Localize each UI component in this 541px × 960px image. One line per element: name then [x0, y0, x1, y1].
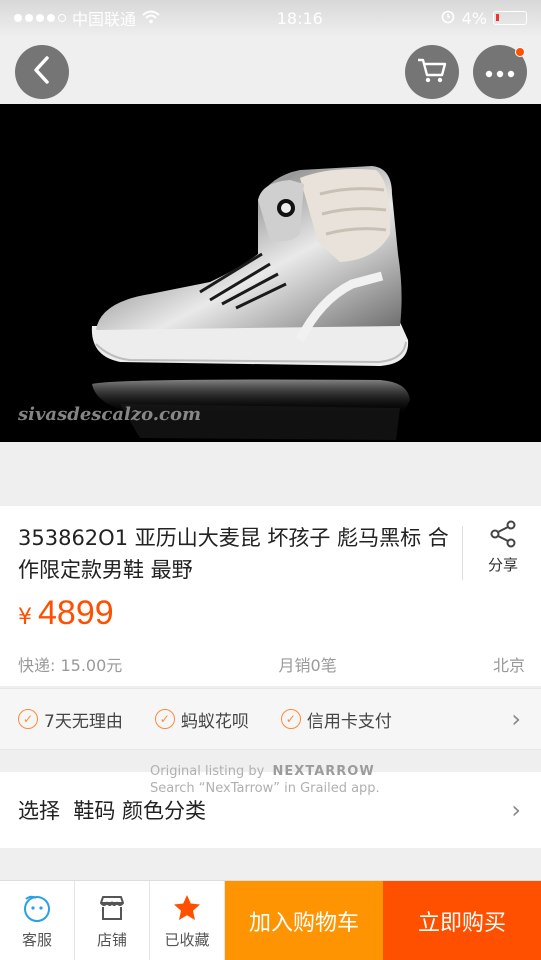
back-button[interactable] [15, 45, 69, 99]
more-button[interactable] [473, 45, 527, 99]
service-item-huabei: ✓ 蚂蚁花呗 [154, 707, 249, 732]
price-currency: ¥ [18, 605, 32, 630]
chevron-right-icon: › [511, 796, 521, 824]
notification-dot [515, 47, 525, 57]
tab-customer-service[interactable]: 客服 [0, 881, 75, 960]
chevron-left-icon [31, 55, 53, 89]
signal-icon [14, 14, 66, 22]
check-circle-icon: ✓ [280, 709, 301, 729]
check-circle-icon: ✓ [154, 709, 175, 729]
share-icon [490, 520, 516, 548]
image-gap [0, 442, 541, 506]
promo-line1: Original listing by [150, 764, 265, 779]
product-info-card: 353862O1 亚历山大麦昆 坏孩子 彪马黑标 合作限定款男鞋 最野 分享 ¥… [0, 506, 541, 686]
battery-percent: 4% [461, 8, 487, 28]
shop-icon [100, 895, 124, 920]
service-label: 7天无理由 [44, 711, 123, 732]
product-image[interactable]: sivasdescalzo.com [0, 104, 541, 442]
alarm-icon [440, 8, 456, 28]
share-label: 分享 [487, 556, 518, 574]
sneaker-illustration [91, 166, 410, 440]
bottom-spacer [0, 848, 541, 880]
service-label: 信用卡支付 [306, 711, 392, 732]
promo-line2: Search “NexTarrow” in Grailed app. [150, 781, 380, 796]
product-title: 353862O1 亚历山大麦昆 坏孩子 彪马黑标 合作限定款男鞋 最野 [18, 526, 449, 582]
tab-label: 店铺 [96, 930, 127, 949]
chevron-right-icon: › [511, 705, 521, 733]
tab-shop[interactable]: 店铺 [75, 881, 150, 960]
share-divider [462, 526, 463, 580]
select-options-label: 选择 鞋码 颜色分类 [18, 799, 207, 823]
tab-label: 客服 [21, 930, 52, 949]
bottom-action-bar: 客服 店铺 已收藏 加入购物车 立即购买 [0, 880, 541, 960]
battery-icon [492, 11, 527, 25]
wifi-icon [142, 9, 160, 28]
tab-favorite[interactable]: 已收藏 [150, 881, 225, 960]
check-circle-icon: ✓ [18, 709, 38, 729]
promo-brand: NEXTARROW [272, 764, 375, 779]
cart-icon [416, 56, 448, 88]
service-label: 蚂蚁花呗 [180, 711, 249, 732]
status-bar: 中国联通 18:16 4% [0, 0, 541, 36]
carrier-name: 中国联通 [72, 10, 137, 29]
star-icon [174, 894, 200, 920]
status-time: 18:16 [276, 8, 323, 28]
promo-overlay: Original listing by NEXTARROW Search “Ne… [150, 763, 390, 797]
price-amount: 4899 [38, 594, 114, 632]
product-meta: 快递: 15.00元 月销0笔 北京 [18, 652, 525, 676]
cart-button[interactable] [405, 45, 459, 99]
more-dots-icon [485, 63, 515, 82]
shipping-fee: 快递: 15.00元 [18, 656, 123, 675]
customer-service-icon [24, 895, 50, 922]
service-item-return: ✓ 7天无理由 [18, 707, 123, 732]
status-left: 中国联通 [14, 6, 160, 30]
services-row[interactable]: ✓ 7天无理由 ✓ 蚂蚁花呗 ✓ 信用卡支付 › [0, 688, 541, 750]
buy-now-button[interactable]: 立即购买 [383, 881, 541, 960]
product-price: ¥ 4899 [18, 594, 114, 633]
monthly-sales: 月销0笔 [278, 656, 337, 675]
status-right: 4% [440, 8, 527, 28]
tab-label: 已收藏 [164, 930, 210, 949]
add-to-cart-button[interactable]: 加入购物车 [225, 881, 383, 960]
service-item-credit-card: ✓ 信用卡支付 [280, 707, 392, 732]
ship-location: 北京 [492, 656, 525, 675]
image-watermark: sivasdescalzo.com [18, 404, 202, 425]
share-button[interactable]: 分享 [478, 520, 528, 575]
